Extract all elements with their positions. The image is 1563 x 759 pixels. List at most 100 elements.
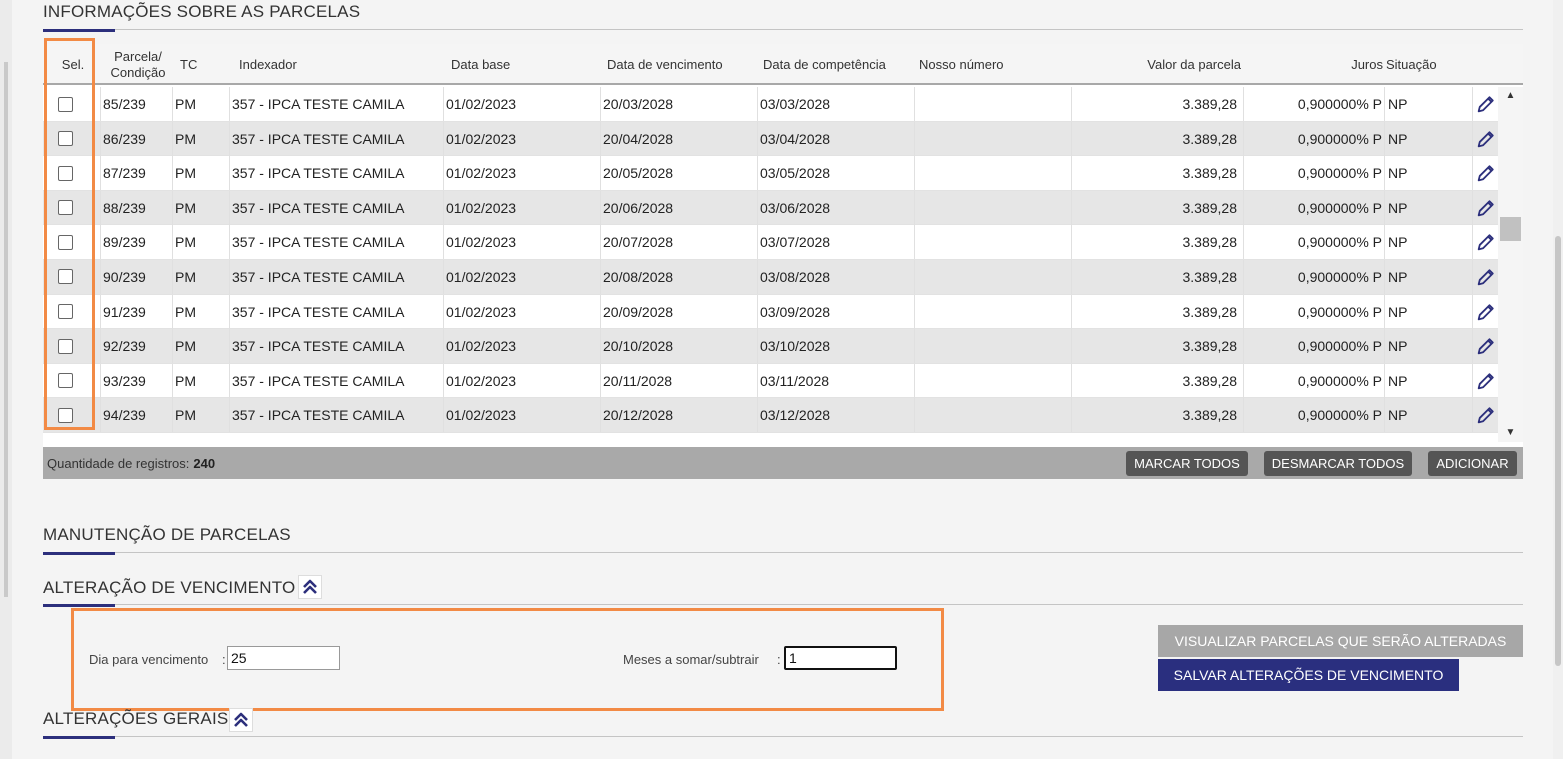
- cell-tc: PM: [173, 259, 230, 294]
- cell-data-vencimento: 20/04/2028: [601, 121, 758, 156]
- table-row[interactable]: 87/239 PM 357 - IPCA TESTE CAMILA 01/02/…: [43, 156, 1523, 191]
- cell-data-competencia: 03/05/2028: [758, 156, 915, 191]
- table-row[interactable]: 90/239 PM 357 - IPCA TESTE CAMILA 01/02/…: [43, 259, 1523, 295]
- cell-tc: PM: [173, 363, 230, 398]
- cell-parcela: 88/239: [101, 190, 173, 225]
- cell-situacao: NP: [1385, 329, 1473, 364]
- table-row[interactable]: 86/239 PM 357 - IPCA TESTE CAMILA 01/02/…: [43, 121, 1523, 157]
- table-row[interactable]: 89/239 PM 357 - IPCA TESTE CAMILA 01/02/…: [43, 225, 1523, 260]
- cell-data-vencimento: 20/09/2028: [601, 294, 758, 329]
- cell-data-base: 01/02/2023: [444, 156, 601, 191]
- edit-button[interactable]: [1473, 87, 1497, 121]
- cell-situacao: NP: [1385, 87, 1473, 121]
- cell-data-competencia: 03/08/2028: [758, 259, 915, 294]
- cell-data-base: 01/02/2023: [444, 225, 601, 260]
- cell-data-competencia: 03/06/2028: [758, 190, 915, 225]
- cell-data-vencimento: 20/06/2028: [601, 190, 758, 225]
- cell-indexador: 357 - IPCA TESTE CAMILA: [230, 156, 444, 191]
- cell-indexador: 357 - IPCA TESTE CAMILA: [230, 363, 444, 398]
- cell-data-base: 01/02/2023: [444, 329, 601, 364]
- table-row[interactable]: 94/239 PM 357 - IPCA TESTE CAMILA 01/02/…: [43, 398, 1523, 433]
- cell-data-competencia: 03/09/2028: [758, 294, 915, 329]
- unmark-all-button[interactable]: DESMARCAR TODOS: [1264, 451, 1412, 476]
- cell-data-base: 01/02/2023: [444, 294, 601, 329]
- collapse-vencimento-button[interactable]: [298, 575, 322, 599]
- cell-situacao: NP: [1385, 363, 1473, 398]
- mark-all-button[interactable]: MARCAR TODOS: [1126, 451, 1248, 476]
- edit-button[interactable]: [1473, 191, 1497, 225]
- table-row[interactable]: 85/239 PM 357 - IPCA TESTE CAMILA 01/02/…: [43, 87, 1523, 122]
- header-data-vencimento: Data de vencimento: [607, 56, 723, 72]
- cell-juros: 0,900000% P: [1244, 363, 1385, 398]
- cell-data-vencimento: 20/03/2028: [601, 87, 758, 121]
- edit-button[interactable]: [1473, 295, 1497, 329]
- edit-button[interactable]: [1473, 225, 1497, 259]
- cell-situacao: NP: [1385, 190, 1473, 225]
- table-body: 85/239 PM 357 - IPCA TESTE CAMILA 01/02/…: [43, 87, 1523, 448]
- header-indexador: Indexador: [239, 56, 297, 72]
- edit-button[interactable]: [1473, 398, 1497, 432]
- section-accent-gerais: [43, 736, 115, 739]
- cell-tc: PM: [173, 225, 230, 260]
- cell-parcela: 92/239: [101, 329, 173, 364]
- table-row[interactable]: 91/239 PM 357 - IPCA TESTE CAMILA 01/02/…: [43, 294, 1523, 330]
- table-row[interactable]: 88/239 PM 357 - IPCA TESTE CAMILA 01/02/…: [43, 190, 1523, 226]
- cell-valor: 3.389,28: [1072, 225, 1244, 260]
- header-situacao: Situação: [1386, 56, 1437, 72]
- edit-button[interactable]: [1473, 156, 1497, 190]
- edit-button[interactable]: [1473, 364, 1497, 398]
- cell-data-vencimento: 20/12/2028: [601, 398, 758, 433]
- record-count-value: 240: [193, 455, 216, 471]
- section-title-alteracoes-gerais: ALTERAÇÕES GERAIS: [43, 709, 229, 728]
- cell-data-base: 01/02/2023: [444, 121, 601, 156]
- cell-situacao: NP: [1385, 259, 1473, 294]
- section-divider-manutencao: [43, 552, 1523, 553]
- record-count-label: Quantidade de registros:: [47, 455, 190, 471]
- header-nosso-numero: Nosso número: [919, 56, 1004, 72]
- section-divider-vencimento: [43, 604, 1523, 605]
- table-row[interactable]: 93/239 PM 357 - IPCA TESTE CAMILA 01/02/…: [43, 363, 1523, 399]
- section-title-alteracao-vencimento: ALTERAÇÃO DE VENCIMENTO: [43, 578, 296, 597]
- cell-juros: 0,900000% P: [1244, 190, 1385, 225]
- page-scrollbar[interactable]: [1553, 0, 1563, 759]
- page-scrollbar-thumb[interactable]: [1555, 236, 1561, 666]
- cell-valor: 3.389,28: [1072, 87, 1244, 121]
- cell-nosso-numero: [915, 225, 1072, 260]
- cell-data-base: 01/02/2023: [444, 398, 601, 433]
- cell-parcela: 87/239: [101, 156, 173, 191]
- cell-data-vencimento: 20/11/2028: [601, 363, 758, 398]
- cell-indexador: 357 - IPCA TESTE CAMILA: [230, 398, 444, 433]
- table-scrollbar[interactable]: ▲ ▼: [1498, 87, 1523, 442]
- edit-button[interactable]: [1473, 122, 1497, 156]
- pencil-icon: [1477, 200, 1494, 217]
- cell-data-base: 01/02/2023: [444, 87, 601, 121]
- pencil-icon: [1477, 96, 1494, 113]
- scroll-up-arrow-icon[interactable]: ▲: [1498, 89, 1523, 103]
- form-fields-highlight: [71, 608, 944, 711]
- cell-parcela: 89/239: [101, 225, 173, 260]
- cell-valor: 3.389,28: [1072, 190, 1244, 225]
- scroll-down-arrow-icon[interactable]: ▼: [1498, 426, 1523, 440]
- header-data-competencia: Data de competência: [763, 56, 886, 72]
- edit-button[interactable]: [1473, 329, 1497, 363]
- cell-parcela: 94/239: [101, 398, 173, 433]
- add-button[interactable]: ADICIONAR: [1428, 451, 1517, 476]
- table-row[interactable]: 92/239 PM 357 - IPCA TESTE CAMILA 01/02/…: [43, 329, 1523, 364]
- edit-button[interactable]: [1473, 260, 1497, 294]
- pencil-icon: [1477, 234, 1494, 251]
- section-title-parcelas: INFORMAÇÕES SOBRE AS PARCELAS: [43, 2, 361, 21]
- selection-column-highlight: [44, 38, 95, 430]
- cell-nosso-numero: [915, 329, 1072, 364]
- cell-situacao: NP: [1385, 225, 1473, 260]
- cell-nosso-numero: [915, 121, 1072, 156]
- cell-nosso-numero: [915, 87, 1072, 121]
- salvar-vencimento-button[interactable]: SALVAR ALTERAÇÕES DE VENCIMENTO: [1158, 659, 1459, 691]
- section-title-manutencao: MANUTENÇÃO DE PARCELAS: [43, 525, 291, 544]
- table-scrollbar-thumb[interactable]: [1500, 217, 1521, 241]
- record-count: Quantidade de registros: 240: [47, 447, 215, 479]
- cell-juros: 0,900000% P: [1244, 225, 1385, 260]
- visualizar-parcelas-button[interactable]: VISUALIZAR PARCELAS QUE SERÃO ALTERADAS: [1158, 625, 1523, 657]
- pencil-icon: [1477, 130, 1494, 147]
- collapse-gerais-button[interactable]: [229, 708, 253, 732]
- cell-parcela: 85/239: [101, 87, 173, 121]
